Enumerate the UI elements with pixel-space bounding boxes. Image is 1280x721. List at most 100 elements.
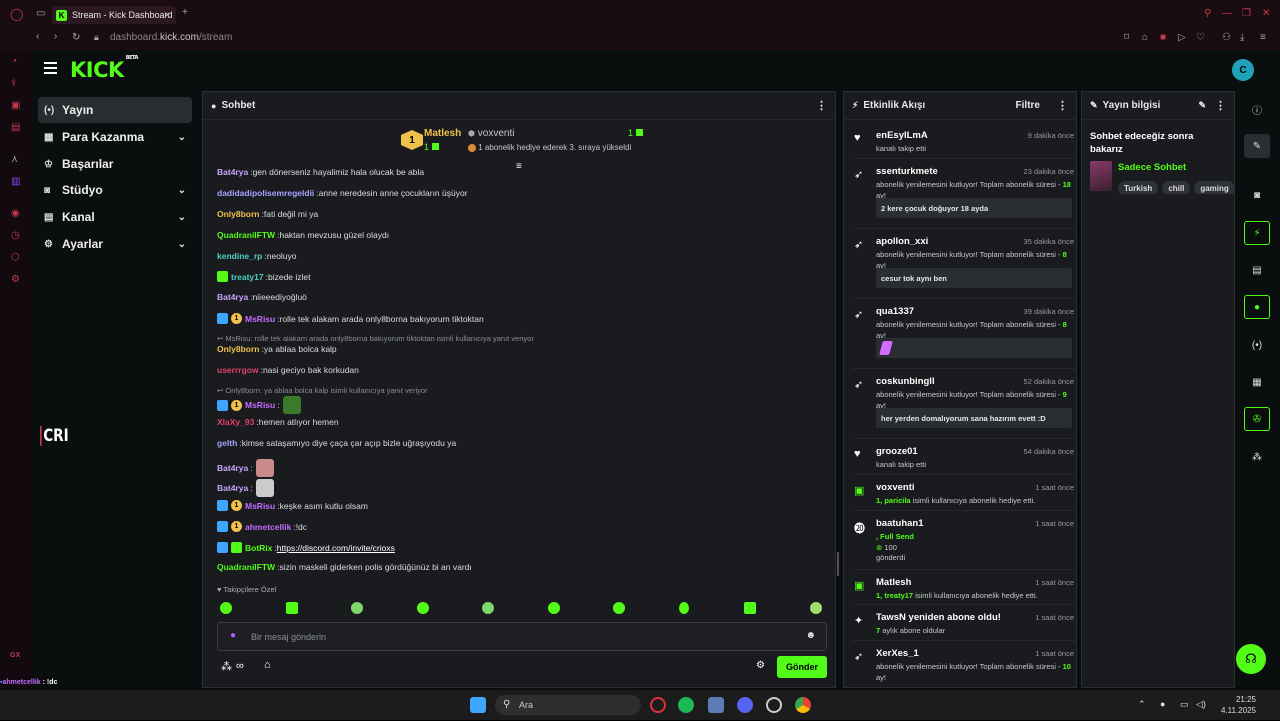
history-icon[interactable]: ◷ bbox=[11, 230, 20, 241]
chat-options-icon[interactable]: ⋮ bbox=[816, 99, 827, 112]
extensions-icon[interactable]: ⬡ bbox=[11, 252, 20, 263]
chat-message[interactable]: treaty17: bizede izlet bbox=[217, 271, 311, 282]
stream-tag[interactable]: chill bbox=[1162, 181, 1191, 194]
chat-username[interactable]: Bat4rya bbox=[217, 292, 248, 302]
forward-icon[interactable]: › bbox=[54, 31, 57, 42]
url-field[interactable]: dashboard.kick.com/stream bbox=[110, 32, 232, 43]
event-username[interactable]: Matlesh bbox=[876, 577, 911, 588]
chat-message[interactable]: Bat4rya: niieeediyoğluö bbox=[217, 292, 307, 302]
settings-icon[interactable]: ⚙ bbox=[11, 274, 20, 285]
chat-username[interactable]: userrrgow bbox=[217, 365, 259, 375]
chat-message[interactable]: QuadranilFTW: haktan mevzusu güzel olayd… bbox=[217, 230, 389, 240]
play-icon[interactable]: ▷ bbox=[1178, 32, 1186, 43]
opera-gx-icon[interactable] bbox=[650, 697, 666, 713]
chat-message[interactable]: kendine_rp: neoluyo bbox=[217, 251, 297, 261]
back-icon[interactable]: ‹ bbox=[36, 31, 39, 42]
news-icon[interactable]: ▤ bbox=[11, 122, 20, 133]
chat-username[interactable]: ahmetcellik bbox=[245, 522, 291, 532]
vr-icon[interactable]: ⋏ bbox=[11, 154, 18, 165]
chat-message[interactable]: Bat4rya: bbox=[217, 459, 274, 477]
event-username[interactable]: baatuhan1 bbox=[876, 518, 924, 529]
emote-icon[interactable] bbox=[351, 602, 363, 614]
chat-username[interactable]: BotRix bbox=[245, 543, 272, 553]
store-icon[interactable]: ⌂ bbox=[264, 659, 271, 671]
clock[interactable]: 21:25 4.11.2025 bbox=[1216, 694, 1256, 716]
chat-scrollbar[interactable] bbox=[837, 552, 839, 576]
category-name[interactable]: Sadece Sohbet bbox=[1118, 162, 1186, 173]
tray-chevron-icon[interactable]: ⌃ bbox=[1138, 699, 1146, 710]
emoji-icon[interactable]: ☻ bbox=[805, 630, 816, 641]
kick-logo[interactable]: KICK BETA bbox=[70, 55, 138, 82]
chat-message[interactable]: 1 MsRisu: bbox=[217, 396, 301, 414]
nav-basarilar[interactable]: ♔ Başarılar bbox=[38, 151, 192, 177]
event-username[interactable]: XerXes_1 bbox=[876, 648, 919, 659]
bookmark-icon[interactable]: ⌂ bbox=[1142, 32, 1148, 43]
send-button[interactable]: Gönder bbox=[777, 656, 827, 678]
gifter-name[interactable]: ⬢ voxventi bbox=[468, 128, 514, 139]
chat-username[interactable]: gelth bbox=[217, 438, 237, 448]
chat-message[interactable]: gelth: kimse sataşamıyo diye çaça çar aç… bbox=[217, 438, 456, 448]
chat-username[interactable]: Only8born bbox=[217, 209, 260, 219]
download-icon[interactable]: ⤓ bbox=[1240, 32, 1244, 43]
kick-coin-icon[interactable]: ⁂ bbox=[221, 660, 232, 673]
nav-studyo[interactable]: ◙ Stüdyo ⌄ bbox=[38, 177, 192, 203]
browser-tab[interactable]: K Stream - Kick Dashboard ✕ bbox=[52, 6, 176, 24]
close-tab-icon[interactable]: ✕ bbox=[163, 10, 171, 21]
wifi-icon[interactable]: ▭ bbox=[1180, 699, 1189, 710]
emote-icon[interactable] bbox=[744, 602, 756, 614]
chat-message[interactable]: dadidadipolisemregeldii: anne neredesin … bbox=[217, 188, 468, 198]
chat-username[interactable]: QuadranilFTW bbox=[217, 562, 275, 572]
event-username[interactable]: ssenturkmete bbox=[876, 166, 938, 177]
emote-icon[interactable] bbox=[286, 602, 298, 614]
lightning-icon[interactable]: ⚡︎ bbox=[1244, 221, 1270, 245]
pencil-icon[interactable]: ✎ bbox=[1244, 134, 1270, 158]
aria-icon[interactable]: ⚕ bbox=[11, 78, 16, 89]
event-username[interactable]: voxventi bbox=[876, 482, 915, 493]
chat-message[interactable]: QuadranilFTW: sizin maskeli giderken pol… bbox=[217, 562, 472, 572]
microphone-icon[interactable]: ● bbox=[230, 630, 236, 641]
event-username[interactable]: grooze01 bbox=[876, 446, 918, 457]
chat-username[interactable]: Bat4rya bbox=[217, 463, 248, 473]
filter-button[interactable]: Filtre bbox=[1016, 100, 1040, 111]
chat-username[interactable]: kendine_rp bbox=[217, 251, 262, 261]
chat-message[interactable]: XlaXy_93: hemen atlıyor hemen bbox=[217, 417, 339, 427]
edit-icon[interactable]: ✎ bbox=[1198, 100, 1206, 111]
collapse-pinned-icon[interactable]: ≡ bbox=[516, 161, 522, 172]
emote-icon[interactable] bbox=[417, 602, 429, 614]
event-username[interactable]: qua1337 bbox=[876, 306, 914, 317]
leader-name[interactable]: Matlesh bbox=[424, 128, 461, 139]
nav-ayarlar[interactable]: ⚙ Ayarlar ⌄ bbox=[38, 231, 192, 257]
player-icon[interactable]: ◉ bbox=[11, 208, 20, 219]
maximize-icon[interactable]: ❐ bbox=[1242, 8, 1251, 19]
chat-message[interactable]: Bat4rya: gen dönerseniz hayalimiz hala o… bbox=[217, 167, 424, 177]
document-icon[interactable]: ▤ bbox=[1244, 258, 1270, 282]
search-icon[interactable]: ⚲ bbox=[1204, 8, 1211, 19]
reply-context[interactable]: ↩ MsRisu: rolle tek alakam arada only8bo… bbox=[217, 334, 534, 343]
nav-para-kazanma[interactable]: ▦ Para Kazanma ⌄ bbox=[38, 124, 192, 150]
chat-message[interactable]: BotRix: https://discord.com/invite/criox… bbox=[217, 542, 395, 553]
chat-username[interactable]: MsRisu bbox=[245, 314, 275, 324]
snapshot-icon[interactable]: ⌑ bbox=[1124, 32, 1129, 43]
info-icon[interactable]: ⓘ bbox=[1244, 97, 1270, 121]
chat-message[interactable]: userrrgow: nasi geciyo bak korkudan bbox=[217, 365, 359, 375]
chat-message[interactable]: Only8born: ya ablaa bolca kalp bbox=[217, 344, 337, 354]
kick-coin-icon[interactable]: ⁂ bbox=[1244, 445, 1270, 469]
chat-bubble-icon[interactable]: ● bbox=[1244, 295, 1270, 319]
camera-icon[interactable]: ◙ bbox=[1244, 183, 1270, 207]
chat-username[interactable]: Bat4rya bbox=[217, 483, 248, 493]
chat-message[interactable]: Only8born: fati değil mi ya bbox=[217, 209, 318, 219]
reload-icon[interactable]: ↻ bbox=[72, 32, 80, 43]
chat-username[interactable]: MsRisu bbox=[245, 400, 275, 410]
chat-username[interactable]: MsRisu bbox=[245, 501, 275, 511]
new-tab-icon[interactable]: + bbox=[182, 7, 188, 18]
stream-tag[interactable]: gaming bbox=[1194, 181, 1234, 194]
chat-username[interactable]: QuadranilFTW bbox=[217, 230, 275, 240]
profile-icon[interactable]: ⚇ bbox=[1222, 32, 1231, 43]
discord-icon[interactable] bbox=[737, 697, 753, 713]
emote-icon[interactable] bbox=[810, 602, 822, 614]
nav-yayin[interactable]: (•) Yayın bbox=[38, 97, 192, 123]
wrench-icon[interactable]: ✇ bbox=[1244, 407, 1270, 431]
nav-kanal[interactable]: ▤ Kanal ⌄ bbox=[38, 204, 192, 230]
event-username[interactable]: coskunbingll bbox=[876, 376, 935, 387]
close-window-icon[interactable]: ✕ bbox=[1262, 8, 1270, 19]
